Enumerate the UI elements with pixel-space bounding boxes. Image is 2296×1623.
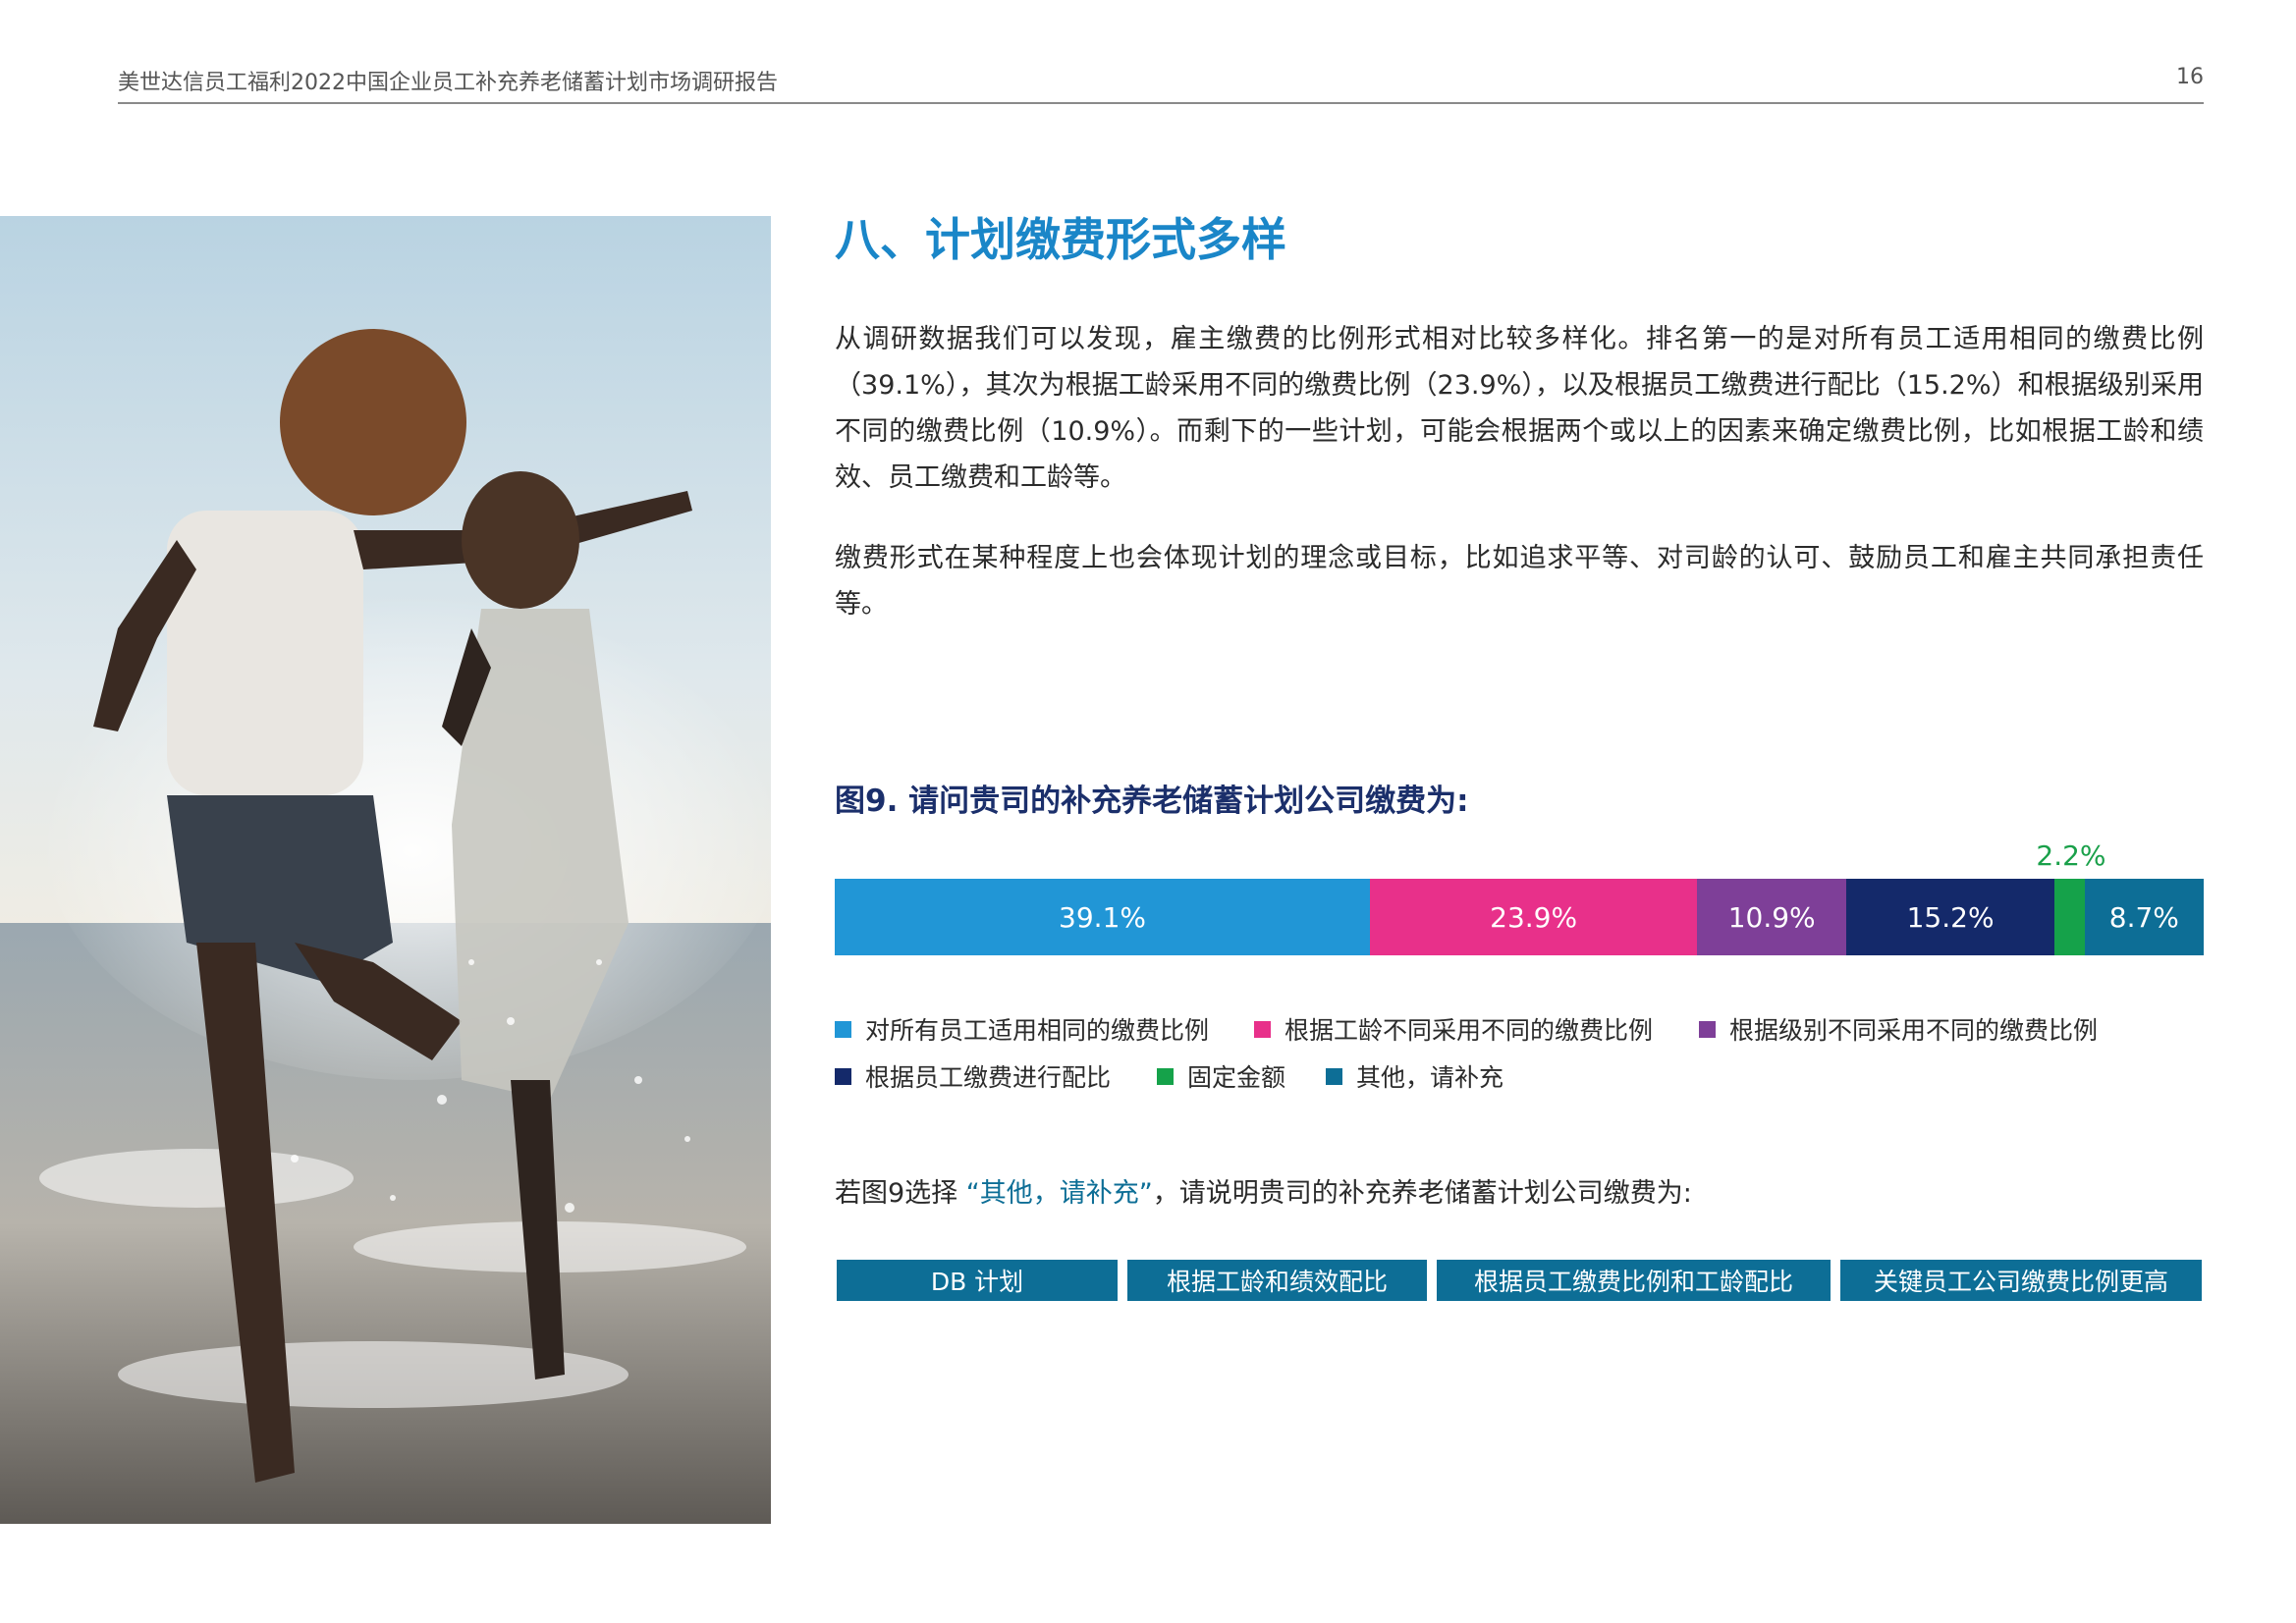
section-title: 八、计划缴费形式多样 (835, 213, 1286, 266)
bar-segment-label: 8.7% (2108, 900, 2179, 934)
legend-label: 根据员工缴费进行配比 (865, 1063, 1112, 1092)
bar-segment: 10.9% (1697, 879, 1847, 955)
legend-swatch (1157, 1067, 1174, 1085)
legend-label: 固定金额 (1187, 1063, 1286, 1092)
legend-item: 其他，请补充 (1326, 1058, 1503, 1094)
question-suffix: ，请说明贵司的补充养老储蓄计划公司缴费为: (1152, 1178, 1692, 1209)
bar-segment-label: 15.2% (1906, 900, 1995, 934)
legend-item: 根据员工缴费进行配比 (835, 1058, 1111, 1094)
bar-segment: 15.2% (1846, 879, 2055, 955)
legend-swatch (835, 1067, 851, 1085)
bar-segment (2054, 879, 2085, 955)
report-title: 美世达信员工福利2022中国企业员工补充养老储蓄计划市场调研报告 (118, 71, 778, 95)
legend-label: 对所有员工适用相同的缴费比例 (865, 1016, 1210, 1045)
body-paragraph-1: 从调研数据我们可以发现，雇主缴费的比例形式相对比较多样化。排名第一的是对所有员工… (835, 324, 2204, 493)
question-prefix: 若图9选择 (835, 1178, 966, 1209)
bar-segment: 23.9% (1370, 879, 1698, 955)
answer-tag: 根据员工缴费比例和工龄配比 (1437, 1260, 1831, 1301)
answer-tag: 关键员工公司缴费比例更高 (1840, 1260, 2202, 1301)
legend-swatch (835, 1020, 851, 1038)
legend-item: 对所有员工适用相同的缴费比例 (835, 1011, 1209, 1047)
page-number: 16 (2176, 65, 2204, 89)
legend-swatch (1699, 1020, 1716, 1038)
answer-tag: 根据工龄和绩效配比 (1127, 1260, 1427, 1301)
bar-segment-label: 2.2% (2036, 839, 2106, 872)
other-answers: DB 计划 根据工龄和绩效配比 根据员工缴费比例和工龄配比 关键员工公司缴费比例… (835, 1260, 2204, 1301)
beach-photo-illustration (0, 216, 771, 1524)
follow-up-question: 若图9选择 “其他，请补充”，请说明贵司的补充养老储蓄计划公司缴费为: (835, 1171, 1692, 1210)
bar-segment: 8.7% (2084, 879, 2204, 955)
legend-item: 固定金额 (1157, 1058, 1285, 1094)
legend-label: 根据工龄不同采用不同的缴费比例 (1285, 1016, 1654, 1045)
legend-label: 其他，请补充 (1356, 1063, 1504, 1092)
answer-tag: DB 计划 (837, 1260, 1118, 1301)
page-header: 美世达信员工福利2022中国企业员工补充养老储蓄计划市场调研报告 16 (118, 61, 2204, 104)
bar-segment-label: 23.9% (1490, 900, 1578, 934)
stacked-bar-chart: 39.1% 23.9% 10.9% 15.2% 8.7% (835, 879, 2204, 955)
legend-swatch (1254, 1020, 1271, 1038)
body-paragraph-2: 缴费形式在某种程度上也会体现计划的理念或目标，比如追求平等、对司龄的认可、鼓励员… (835, 543, 2204, 620)
chart-title: 图9. 请问贵司的补充养老储蓄计划公司缴费为: (835, 784, 1469, 819)
legend-label: 根据级别不同采用不同的缴费比例 (1729, 1016, 2099, 1045)
beach-photo (0, 216, 771, 1524)
question-highlight: “其他，请补充” (965, 1178, 1153, 1209)
legend-item: 根据级别不同采用不同的缴费比例 (1699, 1011, 2098, 1047)
legend-item: 根据工龄不同采用不同的缴费比例 (1254, 1011, 1653, 1047)
bar-segment: 39.1% (835, 879, 1371, 955)
legend-swatch (1326, 1067, 1342, 1085)
bar-segment-label: 39.1% (1059, 900, 1146, 934)
bar-segment-label: 10.9% (1727, 900, 1816, 934)
